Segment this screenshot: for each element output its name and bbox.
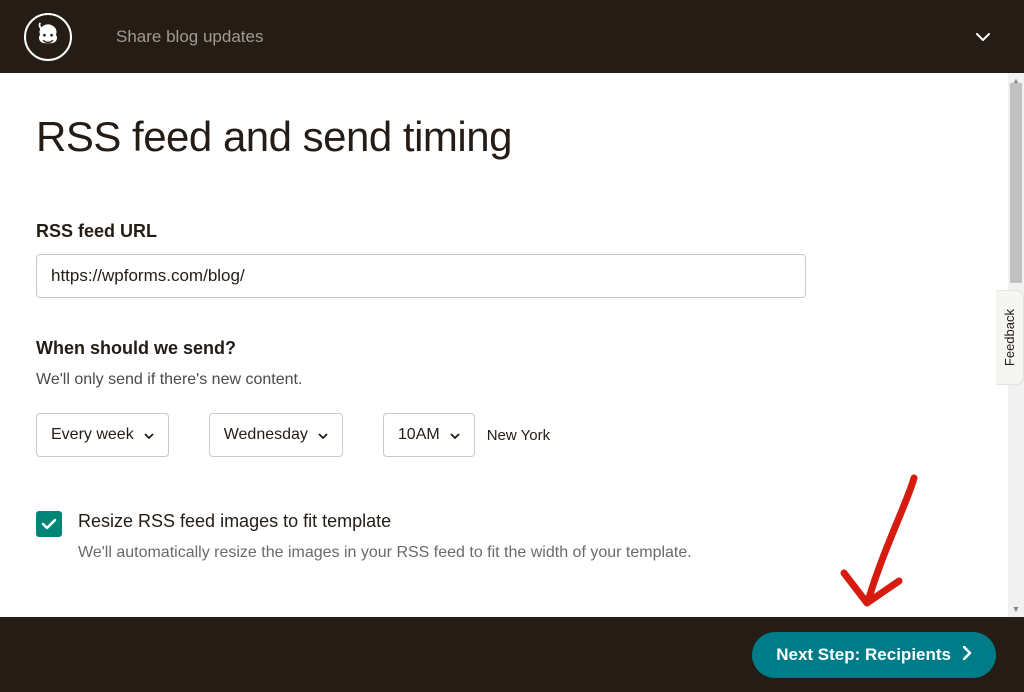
app-header: Share blog updates bbox=[0, 0, 1024, 73]
scrollbar-thumb[interactable] bbox=[1010, 83, 1022, 283]
resize-images-label: Resize RSS feed images to fit template bbox=[78, 511, 988, 532]
rss-url-input[interactable] bbox=[36, 254, 806, 298]
day-value: Wednesday bbox=[224, 426, 308, 444]
timezone-label: New York bbox=[487, 427, 550, 444]
footer-bar: Next Step: Recipients bbox=[0, 617, 1024, 692]
time-select[interactable]: 10AM bbox=[383, 413, 475, 457]
mailchimp-logo[interactable] bbox=[24, 13, 72, 61]
resize-images-checkbox[interactable] bbox=[36, 511, 62, 537]
send-timing-label: When should we send? bbox=[36, 338, 988, 359]
header-collapse-icon[interactable] bbox=[976, 28, 990, 46]
feedback-tab[interactable]: Feedback bbox=[996, 290, 1024, 385]
header-title: Share blog updates bbox=[116, 27, 263, 47]
main-content: RSS feed and send timing RSS feed URL Wh… bbox=[0, 73, 1024, 617]
page-heading: RSS feed and send timing bbox=[36, 113, 988, 161]
frequency-select[interactable]: Every week bbox=[36, 413, 169, 457]
send-timing-help: We'll only send if there's new content. bbox=[36, 371, 988, 389]
frequency-value: Every week bbox=[51, 426, 134, 444]
chevron-right-icon bbox=[963, 645, 972, 665]
resize-images-help: We'll automatically resize the images in… bbox=[78, 544, 988, 562]
chevron-down-icon bbox=[144, 428, 154, 442]
next-step-button[interactable]: Next Step: Recipients bbox=[752, 632, 996, 678]
time-value: 10AM bbox=[398, 426, 440, 444]
next-step-label: Next Step: Recipients bbox=[776, 645, 951, 665]
chevron-down-icon bbox=[318, 428, 328, 442]
rss-url-label: RSS feed URL bbox=[36, 221, 988, 242]
scroll-down-icon[interactable]: ▼ bbox=[1008, 601, 1024, 617]
day-select[interactable]: Wednesday bbox=[209, 413, 343, 457]
chevron-down-icon bbox=[450, 428, 460, 442]
